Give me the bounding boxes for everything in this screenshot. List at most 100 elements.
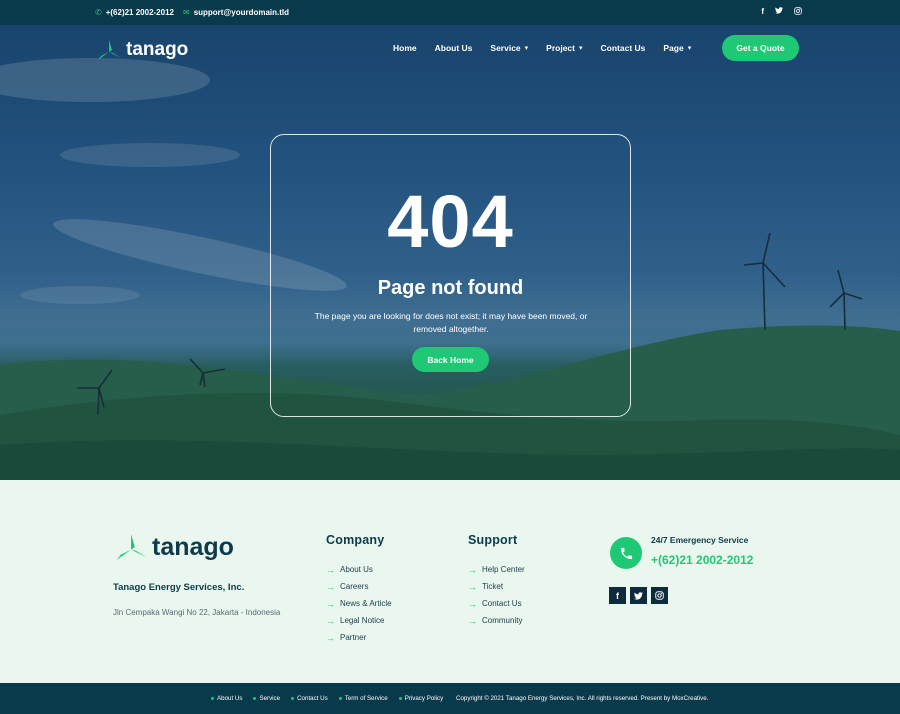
footer-link-contact-us[interactable]: → Contact Us [468, 595, 525, 612]
footer-support-heading: Support [468, 533, 518, 547]
main-nav: tanago Home About Us Service ▾ Project ▾ C… [0, 25, 900, 75]
footer-support-column: Support → Help Center → Ticket → Contact Us… [468, 533, 525, 629]
footer-link-label: Partner [340, 633, 367, 642]
footer-logo-text: tanago [152, 532, 234, 561]
chevron-down-icon: ▾ [579, 45, 583, 52]
top-social: f [761, 7, 802, 17]
footer-link-label: Help Center [482, 565, 525, 574]
nav-label: Home [393, 43, 417, 53]
facebook-icon[interactable]: f [761, 7, 764, 17]
arrow-right-icon: → [468, 598, 477, 609]
envelope-icon: ✉ [182, 8, 190, 17]
chevron-down-icon: ▾ [687, 45, 692, 52]
footer-link-label: Community [482, 616, 523, 625]
footer-link-careers[interactable]: → Careers [326, 578, 392, 595]
nav-item-project[interactable]: Project ▾ [546, 43, 582, 53]
bullet-icon [253, 697, 257, 700]
footer-link-ticket[interactable]: → Ticket [468, 578, 525, 595]
error-message: The page you are looking for does not ex… [314, 311, 588, 335]
error-title: Page not found [377, 277, 524, 299]
footer: Tanago Energy Services, Inc. Jln Cempaka… [0, 480, 900, 683]
arrow-right-icon: → [468, 564, 477, 575]
arrow-right-icon: → [468, 615, 477, 626]
instagram-icon[interactable] [651, 587, 668, 604]
footer-company-heading: Company [326, 533, 385, 547]
footer-address: Jln Cempaka Wangi No 22, Jakarta - Indon… [113, 608, 281, 617]
arrow-right-icon: → [326, 598, 335, 609]
top-contact: ✆ +(62)21 2002-2012 ✉ support@yourdomain… [95, 8, 289, 17]
nav-menu: Home About Us Service ▾ Project ▾ Contact … [393, 43, 691, 53]
footer-logo[interactable]: tanago [113, 530, 234, 564]
footer-link-community[interactable]: → Community [468, 612, 525, 629]
bullet-icon [211, 697, 214, 700]
bottom-links: About Us Service Contact Us Term of Serv… [211, 695, 443, 702]
bottom-link-label: Contact Us [297, 695, 328, 702]
nav-label: Project [546, 43, 575, 53]
arrow-right-icon: → [326, 632, 335, 643]
top-email[interactable]: ✉ support@yourdomain.tld [183, 8, 289, 17]
footer-company-name: Tanago Energy Services, Inc. [113, 582, 245, 593]
bottom-bar: About Us Service Contact Us Term of Serv… [0, 683, 900, 714]
top-phone[interactable]: ✆ +(62)21 2002-2012 [95, 8, 174, 17]
footer-link-about-us[interactable]: → About Us [326, 561, 392, 578]
footer-link-news[interactable]: → News & Article [326, 595, 392, 612]
get-a-quote-button[interactable]: Get a Quote [722, 35, 799, 61]
footer-company-column: Company → About Us → Careers → News & Artic… [326, 533, 392, 646]
nav-item-service[interactable]: Service ▾ [490, 43, 528, 53]
error-code: 404 [387, 180, 514, 263]
bottom-link-label: Service [259, 695, 281, 702]
nav-item-page[interactable]: Page ▾ [663, 43, 691, 53]
back-home-button[interactable]: Back Home [412, 347, 489, 372]
top-phone-text: +(62)21 2002-2012 [105, 8, 174, 17]
bullet-icon [291, 697, 295, 700]
bullet-icon [398, 697, 402, 700]
footer-link-label: Careers [340, 582, 369, 591]
footer-link-help-center[interactable]: → Help Center [468, 561, 525, 578]
nav-item-about-us[interactable]: About Us [435, 43, 473, 53]
instagram-icon[interactable] [794, 7, 802, 17]
phone-icon [610, 537, 642, 569]
arrow-right-icon: → [326, 564, 335, 575]
footer-link-label: About Us [340, 565, 373, 574]
bottom-link-about-us[interactable]: About Us [211, 695, 242, 702]
phone-icon: ✆ [95, 8, 102, 17]
bottom-link-label: Term of Service [344, 695, 388, 702]
top-email-text: support@yourdomain.tld [193, 8, 290, 17]
twitter-icon[interactable] [630, 587, 647, 604]
footer-link-label: Ticket [482, 582, 504, 591]
chevron-down-icon: ▾ [524, 45, 529, 52]
logo[interactable]: tanago [95, 38, 188, 62]
bottom-link-label: Privacy Policy [404, 695, 444, 702]
footer-social: f [609, 587, 668, 604]
nav-item-home[interactable]: Home [393, 43, 417, 53]
logo-icon [116, 534, 147, 560]
footer-link-label: Contact Us [482, 599, 522, 608]
bottom-link-term-of-service[interactable]: Term of Service [338, 695, 388, 702]
footer-link-partner[interactable]: → Partner [326, 629, 392, 646]
nav-label: Contact Us [600, 43, 646, 53]
arrow-right-icon: → [326, 581, 335, 592]
nav-label: Page [663, 43, 684, 53]
logo-icon [98, 40, 121, 60]
bottom-link-service[interactable]: Service [253, 695, 280, 702]
top-bar: ✆ +(62)21 2002-2012 ✉ support@yourdomain… [0, 0, 900, 25]
emergency-label: 24/7 Emergency Service [651, 535, 749, 545]
footer-link-legal[interactable]: → Legal Notice [326, 612, 392, 629]
bottom-link-contact-us[interactable]: Contact Us [291, 695, 328, 702]
copyright: Copyright © 2021 Tanago Energy Services,… [456, 695, 709, 702]
nav-label: About Us [434, 43, 473, 53]
facebook-icon[interactable]: f [609, 587, 626, 604]
arrow-right-icon: → [326, 615, 335, 626]
bullet-icon [338, 697, 342, 700]
bottom-link-privacy-policy[interactable]: Privacy Policy [398, 695, 444, 702]
nav-label: Service [490, 43, 521, 53]
twitter-icon[interactable] [775, 7, 783, 17]
emergency-phone[interactable]: +(62)21 2002-2012 [651, 553, 811, 567]
bottom-link-label: About Us [217, 695, 243, 702]
footer-link-label: News & Article [340, 599, 392, 608]
error-card: 404 Page not found The page you are look… [270, 134, 631, 417]
nav-item-contact-us[interactable]: Contact Us [601, 43, 646, 53]
arrow-right-icon: → [468, 581, 477, 592]
logo-text: tanago [126, 39, 189, 60]
footer-link-label: Legal Notice [340, 616, 385, 625]
